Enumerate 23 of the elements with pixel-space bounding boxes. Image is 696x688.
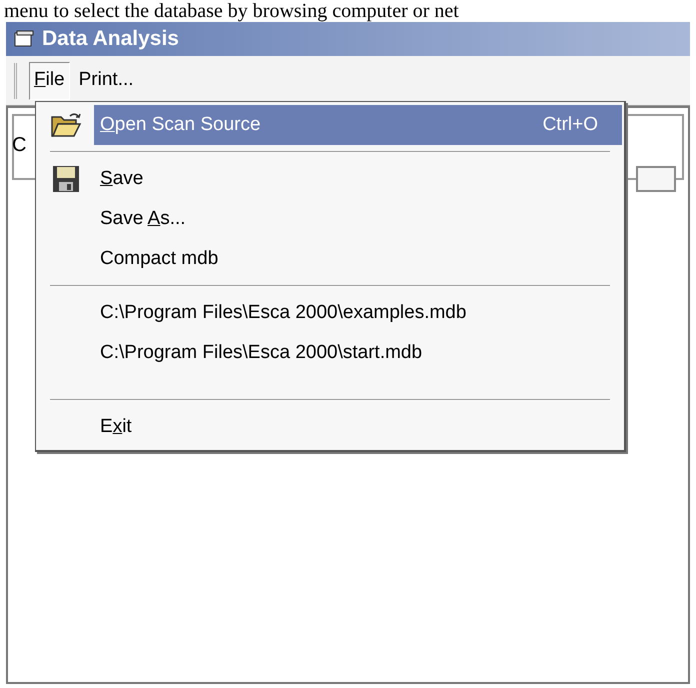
window-icon: [14, 30, 34, 48]
caption-text: menu to select the database by browsing computer or net: [3, 0, 460, 22]
folder-icon: [50, 111, 82, 139]
menu-item[interactable]: Save: [94, 159, 622, 199]
menu-item[interactable]: C:\Program Files\Esca 2000\examples.mdb: [94, 293, 622, 333]
menu-item[interactable]: C:\Program Files\Esca 2000\start.mdb: [94, 333, 622, 373]
menu-item[interactable]: Save As...: [94, 199, 622, 239]
shortcut-text: Ctrl+O: [542, 112, 598, 137]
menu-item-label: Save As...: [100, 206, 186, 231]
background-button[interactable]: [636, 166, 676, 192]
menu-item[interactable]: Compact mdb: [94, 239, 622, 279]
menu-item-label: Save: [100, 166, 144, 191]
menu-title[interactable]: Print...: [74, 62, 139, 100]
menu-item-label: Open Scan Source: [100, 112, 261, 137]
menu-item-label: C:\Program Files\Esca 2000\start.mdb: [100, 340, 422, 365]
menu-item-label: Compact mdb: [100, 246, 218, 271]
menu-item[interactable]: Open Scan Source Ctrl+O: [94, 105, 622, 145]
menu-item[interactable]: Exit: [94, 407, 622, 447]
menu-item-label: C:\Program Files\Esca 2000\examples.mdb: [100, 300, 466, 325]
menu-title[interactable]: File: [29, 62, 70, 100]
window-title: Data Analysis: [42, 26, 179, 52]
menu-item-label: Exit: [100, 414, 132, 439]
field-label: C: [12, 133, 26, 158]
